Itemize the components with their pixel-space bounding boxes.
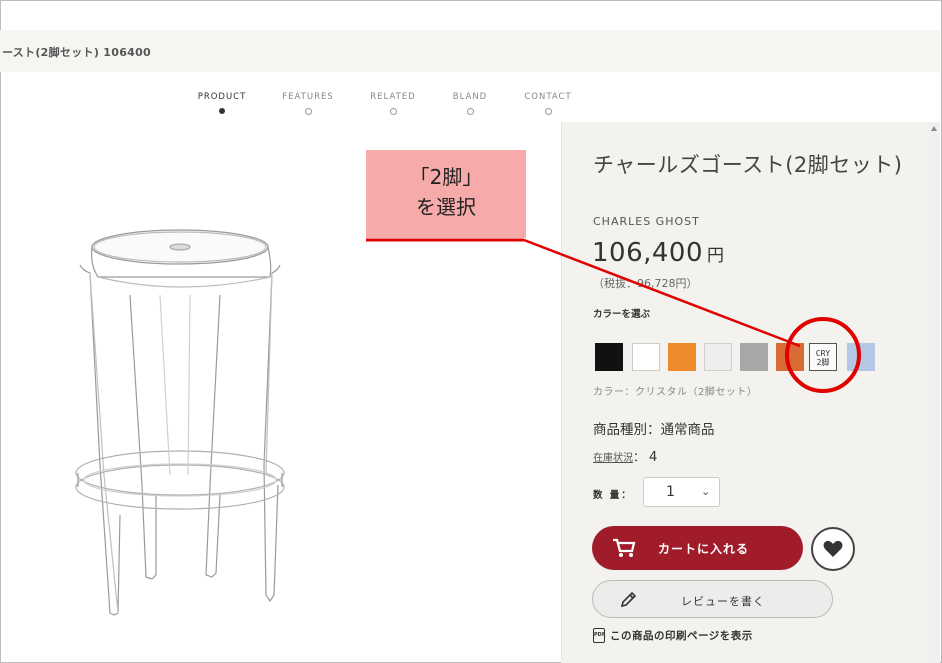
swatch-black[interactable] xyxy=(595,343,623,371)
scroll-up-arrow-icon[interactable] xyxy=(931,126,937,131)
add-to-cart-button[interactable]: カートに入れる xyxy=(592,526,803,570)
tab-bland[interactable]: BLAND xyxy=(450,92,490,115)
write-review-button[interactable]: レビューを書く xyxy=(592,580,833,618)
price-unit: 円 xyxy=(707,246,725,266)
tab-indicator xyxy=(304,108,312,115)
selected-color-name: カラー：クリスタル（2脚セット） xyxy=(593,387,758,398)
quantity-select[interactable]: 1 ⌄ xyxy=(643,477,720,507)
heart-icon xyxy=(823,540,843,557)
stock-value: 4 xyxy=(649,450,658,465)
product-type: 商品種別：通常商品 xyxy=(593,422,715,438)
pencil-icon xyxy=(620,591,637,608)
chevron-down-icon: ⌄ xyxy=(701,485,711,498)
annotation-callout: 「2脚」 を選択 xyxy=(366,150,526,238)
tab-label: CONTACT xyxy=(524,92,572,102)
print-page-label: この商品の印刷ページを表示 xyxy=(610,630,753,642)
swatch-light-blue[interactable] xyxy=(847,343,875,371)
breadcrumb: ースト(2脚セット) 106400 xyxy=(2,46,152,59)
price-value: 106,400 xyxy=(592,238,704,268)
color-select-label: カラーを選ぶ xyxy=(593,309,651,320)
tab-related[interactable]: RELATED xyxy=(368,92,418,115)
tab-label: RELATED xyxy=(370,92,416,102)
tab-label: FEATURES xyxy=(282,92,334,102)
tab-contact[interactable]: CONTACT xyxy=(522,92,574,115)
breadcrumb-bar: ースト(2脚セット) 106400 xyxy=(0,30,940,72)
pdf-icon: PDF xyxy=(593,628,605,643)
favorite-button[interactable] xyxy=(811,527,855,571)
tab-indicator xyxy=(544,108,552,115)
swatch-crystal-2set[interactable]: CRY 2脚 xyxy=(809,343,837,371)
write-review-label: レビューを書く xyxy=(681,595,765,608)
tab-indicator xyxy=(389,108,397,115)
cart-icon xyxy=(613,538,636,557)
tab-label: PRODUCT xyxy=(197,92,247,102)
quantity-value: 1 xyxy=(666,484,675,500)
tab-indicator xyxy=(219,108,225,114)
color-swatches: CRY 2脚 xyxy=(595,343,875,373)
swatch-label-line1: CRY xyxy=(815,349,831,358)
panel-scrollbar[interactable] xyxy=(929,122,940,663)
swatch-gray[interactable] xyxy=(740,343,768,371)
callout-line1: 「2脚」 xyxy=(409,165,483,189)
swatch-dark-orange[interactable] xyxy=(776,343,804,371)
print-page-link[interactable]: PDF この商品の印刷ページを表示 xyxy=(593,628,753,643)
product-title: チャールズゴースト(2脚セット) xyxy=(593,153,903,177)
add-to-cart-label: カートに入れる xyxy=(658,542,750,556)
swatch-label-line2: 2脚 xyxy=(816,358,830,367)
stock-status-link[interactable]: 在庫状況 xyxy=(593,453,633,464)
quantity-label: 数 量： xyxy=(593,490,633,501)
product-brand: CHARLES GHOST xyxy=(593,215,700,228)
swatch-light-gray[interactable] xyxy=(704,343,732,371)
stock-separator: ： xyxy=(633,450,646,464)
tab-label: BLAND xyxy=(452,92,488,102)
tab-features[interactable]: FEATURES xyxy=(280,92,336,115)
swatch-label: CRY 2脚 xyxy=(810,344,836,367)
product-image-ghost-stool xyxy=(75,229,285,616)
tab-indicator xyxy=(466,108,474,115)
price-excl-tax: （税抜：96,728円） xyxy=(593,277,698,290)
stock-status: 在庫状況： 4 xyxy=(593,448,657,465)
tab-product[interactable]: PRODUCT xyxy=(196,92,248,114)
callout-line2: を選択 xyxy=(416,195,476,219)
swatch-white[interactable] xyxy=(632,343,660,371)
product-price: 106,400 円 xyxy=(592,238,725,268)
swatch-orange[interactable] xyxy=(668,343,696,371)
